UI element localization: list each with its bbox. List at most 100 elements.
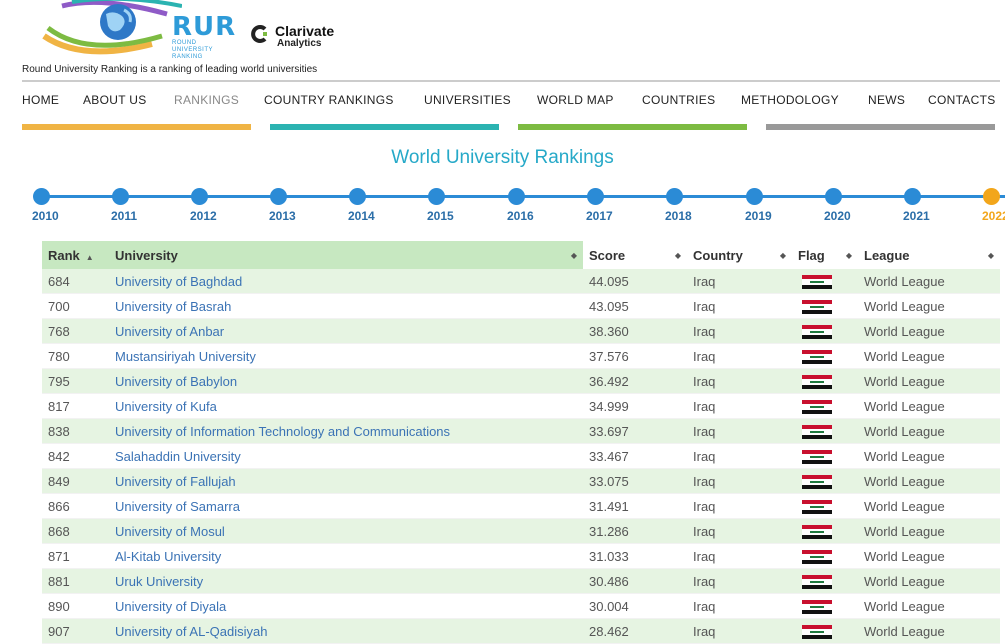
timeline-dot-2016[interactable] (508, 188, 525, 205)
timeline-year-2021[interactable]: 2021 (903, 209, 930, 223)
timeline-dot-2014[interactable] (349, 188, 366, 205)
cell-rank: 881 (42, 568, 109, 594)
timeline-year-2022[interactable]: 2022 (982, 209, 1005, 223)
timeline-year-2016[interactable]: 2016 (507, 209, 534, 223)
iraq-flag-icon (802, 424, 832, 439)
iraq-flag-icon (802, 624, 832, 639)
table-row: 768 University of Anbar 38.360 Iraq Worl… (42, 318, 1000, 344)
cell-rank: 838 (42, 418, 109, 444)
cell-flag (792, 618, 858, 644)
iraq-flag-icon (802, 549, 832, 564)
cell-university-link[interactable]: Uruk University (109, 568, 583, 594)
timeline-dot-2010[interactable] (33, 188, 50, 205)
table-row: 890 University of Diyala 30.004 Iraq Wor… (42, 593, 1000, 619)
cell-score: 37.576 (583, 343, 687, 369)
timeline-dot-2019[interactable] (746, 188, 763, 205)
col-header-rank[interactable]: Rank ▲ (42, 241, 109, 269)
col-header-league[interactable]: League ◆ (858, 241, 1000, 269)
cell-university-link[interactable]: University of Fallujah (109, 468, 583, 494)
timeline-dot-2020[interactable] (825, 188, 842, 205)
nav-news[interactable]: NEWS (868, 93, 905, 107)
nav-about-us[interactable]: ABOUT US (83, 93, 147, 107)
cell-university-link[interactable]: Al-Kitab University (109, 543, 583, 569)
timeline-year-2013[interactable]: 2013 (269, 209, 296, 223)
col-header-flag-label: Flag (798, 247, 825, 263)
cell-flag (792, 343, 858, 369)
clarivate-name: Clarivate (275, 23, 335, 39)
cell-rank: 866 (42, 493, 109, 519)
cell-league: World League (858, 418, 1000, 444)
table-row: 795 University of Babylon 36.492 Iraq Wo… (42, 368, 1000, 394)
iraq-flag-icon (802, 399, 832, 414)
cell-university-link[interactable]: University of Kufa (109, 393, 583, 419)
timeline-year-2010[interactable]: 2010 (32, 209, 59, 223)
table-row: 817 University of Kufa 34.999 Iraq World… (42, 393, 1000, 419)
cell-score: 44.095 (583, 269, 687, 294)
nav-countries[interactable]: COUNTRIES (642, 93, 715, 107)
cell-university-link[interactable]: University of Information Technology and… (109, 418, 583, 444)
timeline-year-2015[interactable]: 2015 (427, 209, 454, 223)
nav-world-map[interactable]: WORLD MAP (537, 93, 614, 107)
nav-home[interactable]: HOME (22, 93, 59, 107)
nav-methodology[interactable]: METHODOLOGY (741, 93, 839, 107)
nav-contacts[interactable]: CONTACTS (928, 93, 996, 107)
iraq-flag-icon (802, 374, 832, 389)
timeline-dot-2022[interactable] (983, 188, 1000, 205)
timeline-year-2017[interactable]: 2017 (586, 209, 613, 223)
timeline-dot-2021[interactable] (904, 188, 921, 205)
cell-university-link[interactable]: University of Babylon (109, 368, 583, 394)
timeline-dot-2015[interactable] (428, 188, 445, 205)
nav-country-rankings[interactable]: COUNTRY RANKINGS (264, 93, 394, 107)
rur-logo: RUR ROUND UNIVERSITY RANKING (172, 14, 236, 61)
cell-university-link[interactable]: University of Samarra (109, 493, 583, 519)
cell-flag (792, 443, 858, 469)
cell-score: 34.999 (583, 393, 687, 419)
timeline-year-2020[interactable]: 2020 (824, 209, 851, 223)
cell-score: 38.360 (583, 318, 687, 344)
cell-university-link[interactable]: University of Baghdad (109, 269, 583, 294)
cell-country: Iraq (687, 368, 792, 394)
timeline-dot-2013[interactable] (270, 188, 287, 205)
cell-country: Iraq (687, 518, 792, 544)
cell-university-link[interactable]: Mustansiriyah University (109, 343, 583, 369)
table-row: 871 Al-Kitab University 31.033 Iraq Worl… (42, 543, 1000, 569)
nav-rankings[interactable]: RANKINGS (174, 93, 239, 107)
cell-country: Iraq (687, 568, 792, 594)
cell-flag (792, 518, 858, 544)
cell-country: Iraq (687, 443, 792, 469)
col-header-country[interactable]: Country ◆ (687, 241, 792, 269)
cell-league: World League (858, 568, 1000, 594)
sort-asc-icon: ▲ (85, 252, 94, 262)
col-header-flag[interactable]: Flag ◆ (792, 241, 858, 269)
col-header-rank-label: Rank (48, 247, 80, 263)
timeline-year-2012[interactable]: 2012 (190, 209, 217, 223)
nav-universities[interactable]: UNIVERSITIES (424, 93, 511, 107)
timeline-year-2014[interactable]: 2014 (348, 209, 375, 223)
cell-university-link[interactable]: Salahaddin University (109, 443, 583, 469)
timeline-year-2019[interactable]: 2019 (745, 209, 772, 223)
cell-flag (792, 568, 858, 594)
cell-league: World League (858, 293, 1000, 319)
timeline-year-2018[interactable]: 2018 (665, 209, 692, 223)
timeline-dot-2018[interactable] (666, 188, 683, 205)
nav-accent-bar-3 (518, 124, 747, 130)
cell-rank: 849 (42, 468, 109, 494)
timeline-dot-2011[interactable] (112, 188, 129, 205)
cell-university-link[interactable]: University of Diyala (109, 593, 583, 619)
nav-accent-bar-4 (766, 124, 995, 130)
cell-rank: 768 (42, 318, 109, 344)
iraq-flag-icon (802, 324, 832, 339)
timeline-year-2011[interactable]: 2011 (111, 209, 137, 223)
timeline-dot-2012[interactable] (191, 188, 208, 205)
col-header-university[interactable]: University ◆ (109, 241, 583, 269)
cell-university-link[interactable]: University of Mosul (109, 518, 583, 544)
timeline-dot-2017[interactable] (587, 188, 604, 205)
cell-league: World League (858, 593, 1000, 619)
cell-university-link[interactable]: University of Basrah (109, 293, 583, 319)
cell-league: World League (858, 618, 1000, 644)
col-header-score[interactable]: Score ◆ (583, 241, 687, 269)
site-logo-area[interactable]: RUR ROUND UNIVERSITY RANKING Clarivate A… (20, 0, 380, 80)
cell-university-link[interactable]: University of AL-Qadisiyah (109, 618, 583, 644)
clarivate-sub: Analytics (277, 38, 322, 49)
cell-university-link[interactable]: University of Anbar (109, 318, 583, 344)
